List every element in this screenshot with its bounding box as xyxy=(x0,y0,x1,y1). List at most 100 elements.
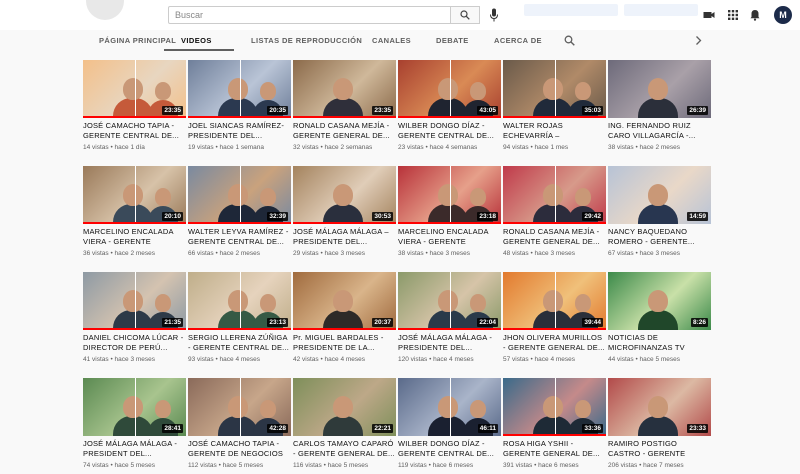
studio-button[interactable] xyxy=(524,4,618,16)
watch-progress-bar xyxy=(398,116,501,118)
tab-about[interactable]: ACERCA DE xyxy=(494,36,542,45)
video-card[interactable]: 20:10 MARCELINO ENCALADA VIERA - GERENTE … xyxy=(83,166,186,257)
video-thumbnail[interactable]: 20:10 xyxy=(83,166,186,224)
video-card[interactable]: 23:35 RONALD CASANA MEJÍA - GERENTE GENER… xyxy=(293,60,396,151)
video-card[interactable]: 14:59 NANCY BAQUEDANO ROMERO - GERENTE...… xyxy=(608,166,711,257)
video-card[interactable]: 21:35 DANIEL CHICOMA LÚCAR - DIRECTOR DE … xyxy=(83,272,186,363)
video-title[interactable]: NOTICIAS DE MICROFINANZAS TV xyxy=(608,333,711,353)
video-duration: 26:39 xyxy=(687,106,708,115)
video-card[interactable]: 20:37 Pr. MIGUEL BARDALES - PRESIDENTE DE… xyxy=(293,272,396,363)
video-card[interactable]: 39:44 JHON OLIVERA MURILLOS - GERENTE GEN… xyxy=(503,272,606,363)
customize-button[interactable] xyxy=(624,4,698,16)
video-thumbnail[interactable]: 35:03 xyxy=(503,60,606,118)
video-card[interactable]: 22:21 CARLOS TAMAYO CAPARÓ - GERENTE GENE… xyxy=(293,378,396,469)
video-thumbnail[interactable]: 43:05 xyxy=(398,60,501,118)
video-card[interactable]: 22:04 JOSÉ MÁLAGA MÁLAGA - PRESIDENTE DEL… xyxy=(398,272,501,363)
video-card[interactable]: 23:13 SERGIO LLERENA ZÚÑIGA - GERENTE CEN… xyxy=(188,272,291,363)
apps-grid-icon[interactable] xyxy=(727,9,739,21)
video-title[interactable]: JOSÉ CAMACHO TAPIA - GERENTE CENTRAL DE.… xyxy=(83,121,186,141)
video-thumbnail[interactable]: 42:28 xyxy=(188,378,291,436)
account-avatar[interactable]: M xyxy=(774,6,792,24)
video-thumbnail[interactable]: 22:04 xyxy=(398,272,501,330)
video-title[interactable]: ROSA HIGA YSHII - GERENTE GENERAL DE... xyxy=(503,439,606,459)
video-thumbnail[interactable]: 23:13 xyxy=(188,272,291,330)
video-title[interactable]: JOSÉ MÁLAGA MÁLAGA – PRESIDENTE DEL... xyxy=(293,227,396,247)
video-title[interactable]: JOSÉ CAMACHO TAPIA - GERENTE DE NEGOCIOS… xyxy=(188,439,291,459)
search-input[interactable]: Buscar xyxy=(168,6,451,24)
video-title[interactable]: RONALD CASANA MEJÍA - GERENTE GENERAL DE… xyxy=(293,121,396,141)
video-thumbnail[interactable]: 23:35 xyxy=(83,60,186,118)
video-card[interactable]: 35:03 WALTER ROJAS ECHEVARRÍA – GERENTE..… xyxy=(503,60,606,151)
video-title[interactable]: ING. FERNANDO RUIZ CARO VILLAGARCÍA -... xyxy=(608,121,711,141)
video-title[interactable]: WILBER DONGO DÍAZ - GERENTE CENTRAL DE..… xyxy=(398,121,501,141)
video-thumbnail[interactable]: 23:33 xyxy=(608,378,711,436)
video-thumbnail[interactable]: 8:26 xyxy=(608,272,711,330)
video-card[interactable]: 43:05 WILBER DONGO DÍAZ - GERENTE CENTRAL… xyxy=(398,60,501,151)
video-card[interactable]: 8:26 NOTICIAS DE MICROFINANZAS TV 44 vista… xyxy=(608,272,711,363)
video-title[interactable]: RAMIRO POSTIGO CASTRO - GERENTE GENERAL … xyxy=(608,439,711,459)
tab-playlists[interactable]: LISTAS DE REPRODUCCIÓN xyxy=(251,36,362,45)
tab-home[interactable]: PÁGINA PRINCIPAL xyxy=(99,36,176,45)
video-title[interactable]: NANCY BAQUEDANO ROMERO - GERENTE... xyxy=(608,227,711,247)
video-thumbnail[interactable]: 32:39 xyxy=(188,166,291,224)
video-title[interactable]: RONALD CASANA MEJÍA - GERENTE GENERAL DE… xyxy=(503,227,606,247)
video-thumbnail[interactable]: 23:18 xyxy=(398,166,501,224)
create-video-icon[interactable] xyxy=(703,9,715,21)
video-title[interactable]: WALTER ROJAS ECHEVARRÍA – GERENTE... xyxy=(503,121,606,141)
video-card[interactable]: 26:39 ING. FERNANDO RUIZ CARO VILLAGARCÍA… xyxy=(608,60,711,151)
channel-search-icon[interactable] xyxy=(564,35,575,46)
video-duration: 23:18 xyxy=(477,212,498,221)
video-card[interactable]: 23:18 MARCELINO ENCALADA VIERA - GERENTE … xyxy=(398,166,501,257)
video-thumbnail[interactable]: 22:21 xyxy=(293,378,396,436)
video-thumbnail[interactable]: 46:11 xyxy=(398,378,501,436)
top-bar: Buscar M xyxy=(0,0,800,30)
search-button[interactable] xyxy=(450,6,480,24)
video-title[interactable]: JOEL SIANCAS RAMÍREZ- PRESIDENTE DEL... xyxy=(188,121,291,141)
chevron-right-icon[interactable] xyxy=(694,35,703,46)
video-thumbnail[interactable]: 33:36 xyxy=(503,378,606,436)
video-meta: 44 vistas • hace 5 meses xyxy=(608,356,681,363)
video-title[interactable]: MARCELINO ENCALADA VIERA - GERENTE CENTR… xyxy=(398,227,501,247)
video-thumbnail[interactable]: 21:35 xyxy=(83,272,186,330)
video-title[interactable]: JOSÉ MÁLAGA MÁLAGA - PRESIDENTE DEL... xyxy=(398,333,501,353)
video-card[interactable]: 20:35 JOEL SIANCAS RAMÍREZ- PRESIDENTE DE… xyxy=(188,60,291,151)
video-meta: 41 vistas • hace 3 meses xyxy=(83,356,156,363)
video-thumbnail[interactable]: 28:41 xyxy=(83,378,186,436)
video-card[interactable]: 30:53 JOSÉ MÁLAGA MÁLAGA – PRESIDENTE DEL… xyxy=(293,166,396,257)
video-thumbnail[interactable]: 20:35 xyxy=(188,60,291,118)
watch-progress-bar xyxy=(293,222,396,224)
video-title[interactable]: WALTER LEYVA RAMÍREZ - GERENTE CENTRAL D… xyxy=(188,227,291,247)
video-title[interactable]: DANIEL CHICOMA LÚCAR - DIRECTOR DE PERÚ.… xyxy=(83,333,186,353)
video-duration: 23:35 xyxy=(372,106,393,115)
video-thumbnail[interactable]: 26:39 xyxy=(608,60,711,118)
video-card[interactable]: 23:33 RAMIRO POSTIGO CASTRO - GERENTE GEN… xyxy=(608,378,711,469)
video-card[interactable]: 32:39 WALTER LEYVA RAMÍREZ - GERENTE CENT… xyxy=(188,166,291,257)
video-card[interactable]: 46:11 WILBER DONGO DÍAZ - GERENTE CENTRAL… xyxy=(398,378,501,469)
video-title[interactable]: JOSÉ MÁLAGA MÁLAGA - PRESIDENT DEL... xyxy=(83,439,186,459)
video-card[interactable]: 23:35 JOSÉ CAMACHO TAPIA - GERENTE CENTRA… xyxy=(83,60,186,151)
tab-channels[interactable]: CANALES xyxy=(372,36,411,45)
tab-discussion[interactable]: DEBATE xyxy=(436,36,469,45)
video-thumbnail[interactable]: 20:37 xyxy=(293,272,396,330)
channel-logo[interactable] xyxy=(86,0,124,20)
notifications-bell-icon[interactable] xyxy=(749,9,761,21)
video-title[interactable]: CARLOS TAMAYO CAPARÓ - GERENTE GENERAL D… xyxy=(293,439,396,459)
video-title[interactable]: MARCELINO ENCALADA VIERA - GERENTE CENTR… xyxy=(83,227,186,247)
video-card[interactable]: 28:41 JOSÉ MÁLAGA MÁLAGA - PRESIDENT DEL.… xyxy=(83,378,186,469)
video-title[interactable]: WILBER DONGO DÍAZ - GERENTE CENTRAL DE..… xyxy=(398,439,501,459)
video-meta: 94 vistas • hace 1 mes xyxy=(503,144,569,151)
tab-videos[interactable]: VIDEOS xyxy=(181,36,212,45)
microphone-icon[interactable] xyxy=(489,8,499,22)
video-title[interactable]: JHON OLIVERA MURILLOS - GERENTE GENERAL … xyxy=(503,333,606,353)
video-title[interactable]: SERGIO LLERENA ZÚÑIGA - GERENTE CENTRAL … xyxy=(188,333,291,353)
video-title[interactable]: Pr. MIGUEL BARDALES - PRESIDENTE DE LA..… xyxy=(293,333,396,353)
video-thumbnail[interactable]: 23:35 xyxy=(293,60,396,118)
watch-progress-bar xyxy=(188,222,291,224)
video-card[interactable]: 29:42 RONALD CASANA MEJÍA - GERENTE GENER… xyxy=(503,166,606,257)
video-card[interactable]: 42:28 JOSÉ CAMACHO TAPIA - GERENTE DE NEG… xyxy=(188,378,291,469)
video-thumbnail[interactable]: 30:53 xyxy=(293,166,396,224)
video-thumbnail[interactable]: 29:42 xyxy=(503,166,606,224)
video-card[interactable]: 33:36 ROSA HIGA YSHII - GERENTE GENERAL D… xyxy=(503,378,606,469)
video-thumbnail[interactable]: 14:59 xyxy=(608,166,711,224)
video-thumbnail[interactable]: 39:44 xyxy=(503,272,606,330)
